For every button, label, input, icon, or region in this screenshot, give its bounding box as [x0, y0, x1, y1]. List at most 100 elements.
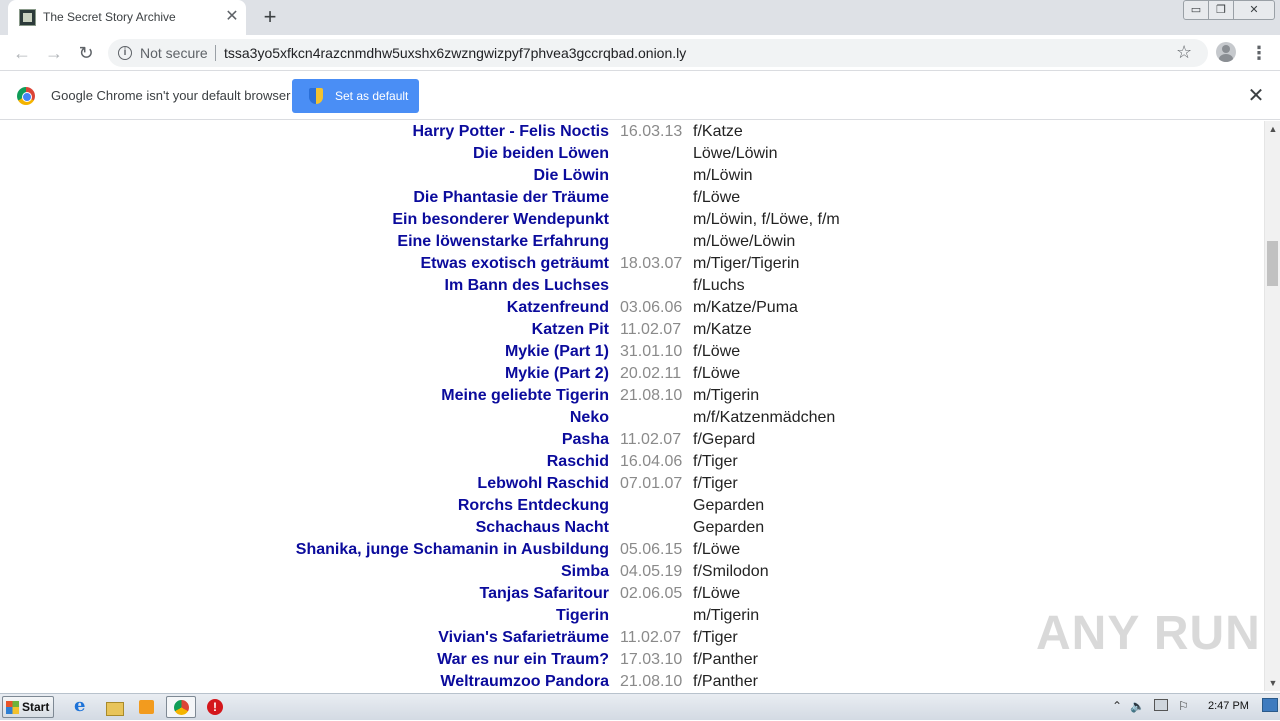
media-player-icon[interactable]	[136, 697, 158, 717]
story-tags: f/Löwe	[693, 365, 741, 382]
story-row: Katzenfreund 03.06.06 m/Katze/Puma	[0, 297, 1264, 319]
not-secure-label[interactable]: Not secure	[140, 45, 208, 61]
story-title-link[interactable]: Die Phantasie der Träume	[413, 187, 609, 209]
story-row: Die Löwin m/Löwin	[0, 165, 1264, 187]
story-row: Rorchs Entdeckung Geparden	[0, 495, 1264, 517]
story-row: Katzen Pit 11.02.07 m/Katze	[0, 319, 1264, 341]
story-title-link[interactable]: Weltraumzoo Pandora	[440, 671, 609, 691]
clock[interactable]: 2:47 PM	[1208, 700, 1249, 712]
network-icon[interactable]	[1154, 699, 1168, 711]
story-tags: m/Tiger/Tigerin	[693, 255, 800, 272]
browser-toolbar: ← → ↻ i Not secure tssa3yo5xfkcn4razcnmd…	[0, 35, 1280, 71]
set-as-default-button[interactable]: Set as default	[292, 79, 419, 113]
story-date: 11.02.07	[620, 431, 682, 448]
window-close-button[interactable]: ✕	[1233, 0, 1275, 20]
story-row: Meine geliebte Tigerin 21.08.10 m/Tigerin	[0, 385, 1264, 407]
story-row: Pasha 11.02.07 f/Gepard	[0, 429, 1264, 451]
story-row: Simba 04.05.19 f/Smilodon	[0, 561, 1264, 583]
story-title-link[interactable]: Simba	[561, 561, 609, 583]
story-title-link[interactable]: Raschid	[547, 451, 609, 473]
story-title-link[interactable]: Eine löwenstarke Erfahrung	[397, 231, 609, 253]
reload-button[interactable]: ↻	[73, 40, 99, 66]
close-tab-icon[interactable]: ✕	[222, 7, 242, 27]
story-row: Im Bann des Luchses f/Luchs	[0, 275, 1264, 297]
url-text[interactable]: tssa3yo5xfkcn4razcnmdhw5uxshx6zwzngwizpy…	[224, 45, 686, 61]
story-title-link[interactable]: Vivian's Safarieträume	[438, 627, 609, 649]
tray-expand-icon[interactable]: ⌃	[1112, 699, 1122, 713]
address-bar[interactable]: i Not secure tssa3yo5xfkcn4razcnmdhw5uxs…	[108, 39, 1208, 67]
story-title-link[interactable]: Tanjas Safaritour	[479, 583, 609, 605]
story-tags: f/Tiger	[693, 629, 738, 646]
story-tags: m/Katze	[693, 321, 752, 338]
show-desktop-icon[interactable]	[1262, 698, 1278, 712]
story-date: 20.02.11	[620, 365, 682, 382]
story-date: 05.06.15	[620, 541, 683, 558]
story-title-link[interactable]: Katzen Pit	[532, 319, 609, 341]
story-tags: f/Katze	[693, 123, 743, 140]
start-button[interactable]: Start	[2, 696, 54, 718]
story-tags: f/Luchs	[693, 277, 745, 294]
file-explorer-icon[interactable]	[103, 697, 125, 717]
story-row: Harry Potter - Felis Noctis 16.03.13 f/Kat…	[0, 121, 1264, 143]
browser-menu-icon[interactable]: ⋮	[1250, 41, 1268, 65]
anyrun-watermark: ANY RUN	[1036, 607, 1261, 660]
infobar-close-icon[interactable]: ✕	[1246, 84, 1266, 108]
volume-icon[interactable]: 🔈	[1130, 699, 1145, 713]
story-tags: f/Löwe	[693, 585, 741, 602]
info-icon[interactable]: i	[118, 46, 132, 60]
internet-explorer-icon[interactable]	[70, 695, 92, 717]
story-title-link[interactable]: Etwas exotisch geträumt	[421, 253, 610, 275]
vertical-scrollbar[interactable]: ▲ ▼	[1264, 121, 1280, 691]
minimize-button[interactable]: ▭	[1183, 0, 1209, 20]
story-date: 02.06.05	[620, 585, 683, 602]
maximize-button[interactable]: ❐	[1208, 0, 1234, 20]
story-tags: f/Löwe	[693, 541, 741, 558]
story-title-link[interactable]: Neko	[570, 407, 609, 429]
action-center-flag-icon[interactable]: ⚐	[1178, 699, 1189, 713]
scroll-down-arrow-icon[interactable]: ▼	[1265, 675, 1280, 691]
bookmark-star-icon[interactable]: ☆	[1176, 42, 1192, 63]
story-tags: f/Gepard	[693, 431, 756, 448]
story-title-link[interactable]: Pasha	[562, 429, 609, 451]
forward-button[interactable]: →	[41, 40, 67, 66]
story-title-link[interactable]: Shanika, junge Schamanin in Ausbildung	[296, 539, 609, 561]
tab-title: The Secret Story Archive	[43, 10, 176, 24]
story-date: 04.05.19	[620, 563, 683, 580]
set-as-default-label: Set as default	[335, 89, 409, 103]
story-title-link[interactable]: Tigerin	[556, 605, 609, 627]
story-row: Ein besonderer Wendepunkt m/Löwin, f/Löwe…	[0, 209, 1264, 231]
new-tab-button[interactable]: +	[258, 5, 282, 29]
story-title-link[interactable]: Mykie (Part 1)	[505, 341, 609, 363]
story-tags: f/Tiger	[693, 453, 738, 470]
story-title-link[interactable]: Rorchs Entdeckung	[458, 495, 609, 517]
story-date: 16.04.06	[620, 453, 683, 470]
story-title-link[interactable]: Im Bann des Luchses	[445, 275, 610, 297]
scroll-up-arrow-icon[interactable]: ▲	[1265, 121, 1280, 137]
chrome-taskbar-icon[interactable]	[166, 696, 196, 718]
story-title-link[interactable]: Schachaus Nacht	[476, 517, 609, 539]
story-title-link[interactable]: Harry Potter - Felis Noctis	[413, 121, 610, 143]
story-title-link[interactable]: Katzenfreund	[507, 297, 609, 319]
story-title-link[interactable]: War es nur ein Traum?	[437, 649, 609, 671]
scrollbar-thumb[interactable]	[1267, 241, 1278, 286]
story-row: Tanjas Safaritour 02.06.05 f/Löwe	[0, 583, 1264, 605]
story-title-link[interactable]: Ein besonderer Wendepunkt	[392, 209, 609, 231]
story-row: Neko m/f/Katzenmädchen	[0, 407, 1264, 429]
back-button[interactable]: ←	[9, 40, 35, 66]
story-title-link[interactable]: Die beiden Löwen	[473, 143, 609, 165]
story-tags: Löwe/Löwin	[693, 145, 778, 162]
story-title-link[interactable]: Die Löwin	[533, 165, 609, 187]
story-title-link[interactable]: Lebwohl Raschid	[477, 473, 609, 495]
tab-active[interactable]: The Secret Story Archive ✕	[8, 0, 246, 35]
uac-shield-icon	[309, 88, 323, 104]
story-title-link[interactable]: Meine geliebte Tigerin	[441, 385, 609, 407]
profile-avatar-icon[interactable]	[1216, 42, 1236, 62]
tab-strip: The Secret Story Archive ✕ + ▭ ❐ ✕	[0, 0, 1280, 35]
story-date: 11.02.07	[620, 629, 682, 646]
stop-app-icon[interactable]	[204, 697, 226, 717]
story-row: Lebwohl Raschid 07.01.07 f/Tiger	[0, 473, 1264, 495]
story-tags: f/Tiger	[693, 475, 738, 492]
windows-logo-icon	[6, 701, 19, 714]
story-date: 18.03.07	[620, 255, 683, 272]
story-title-link[interactable]: Mykie (Part 2)	[505, 363, 609, 385]
